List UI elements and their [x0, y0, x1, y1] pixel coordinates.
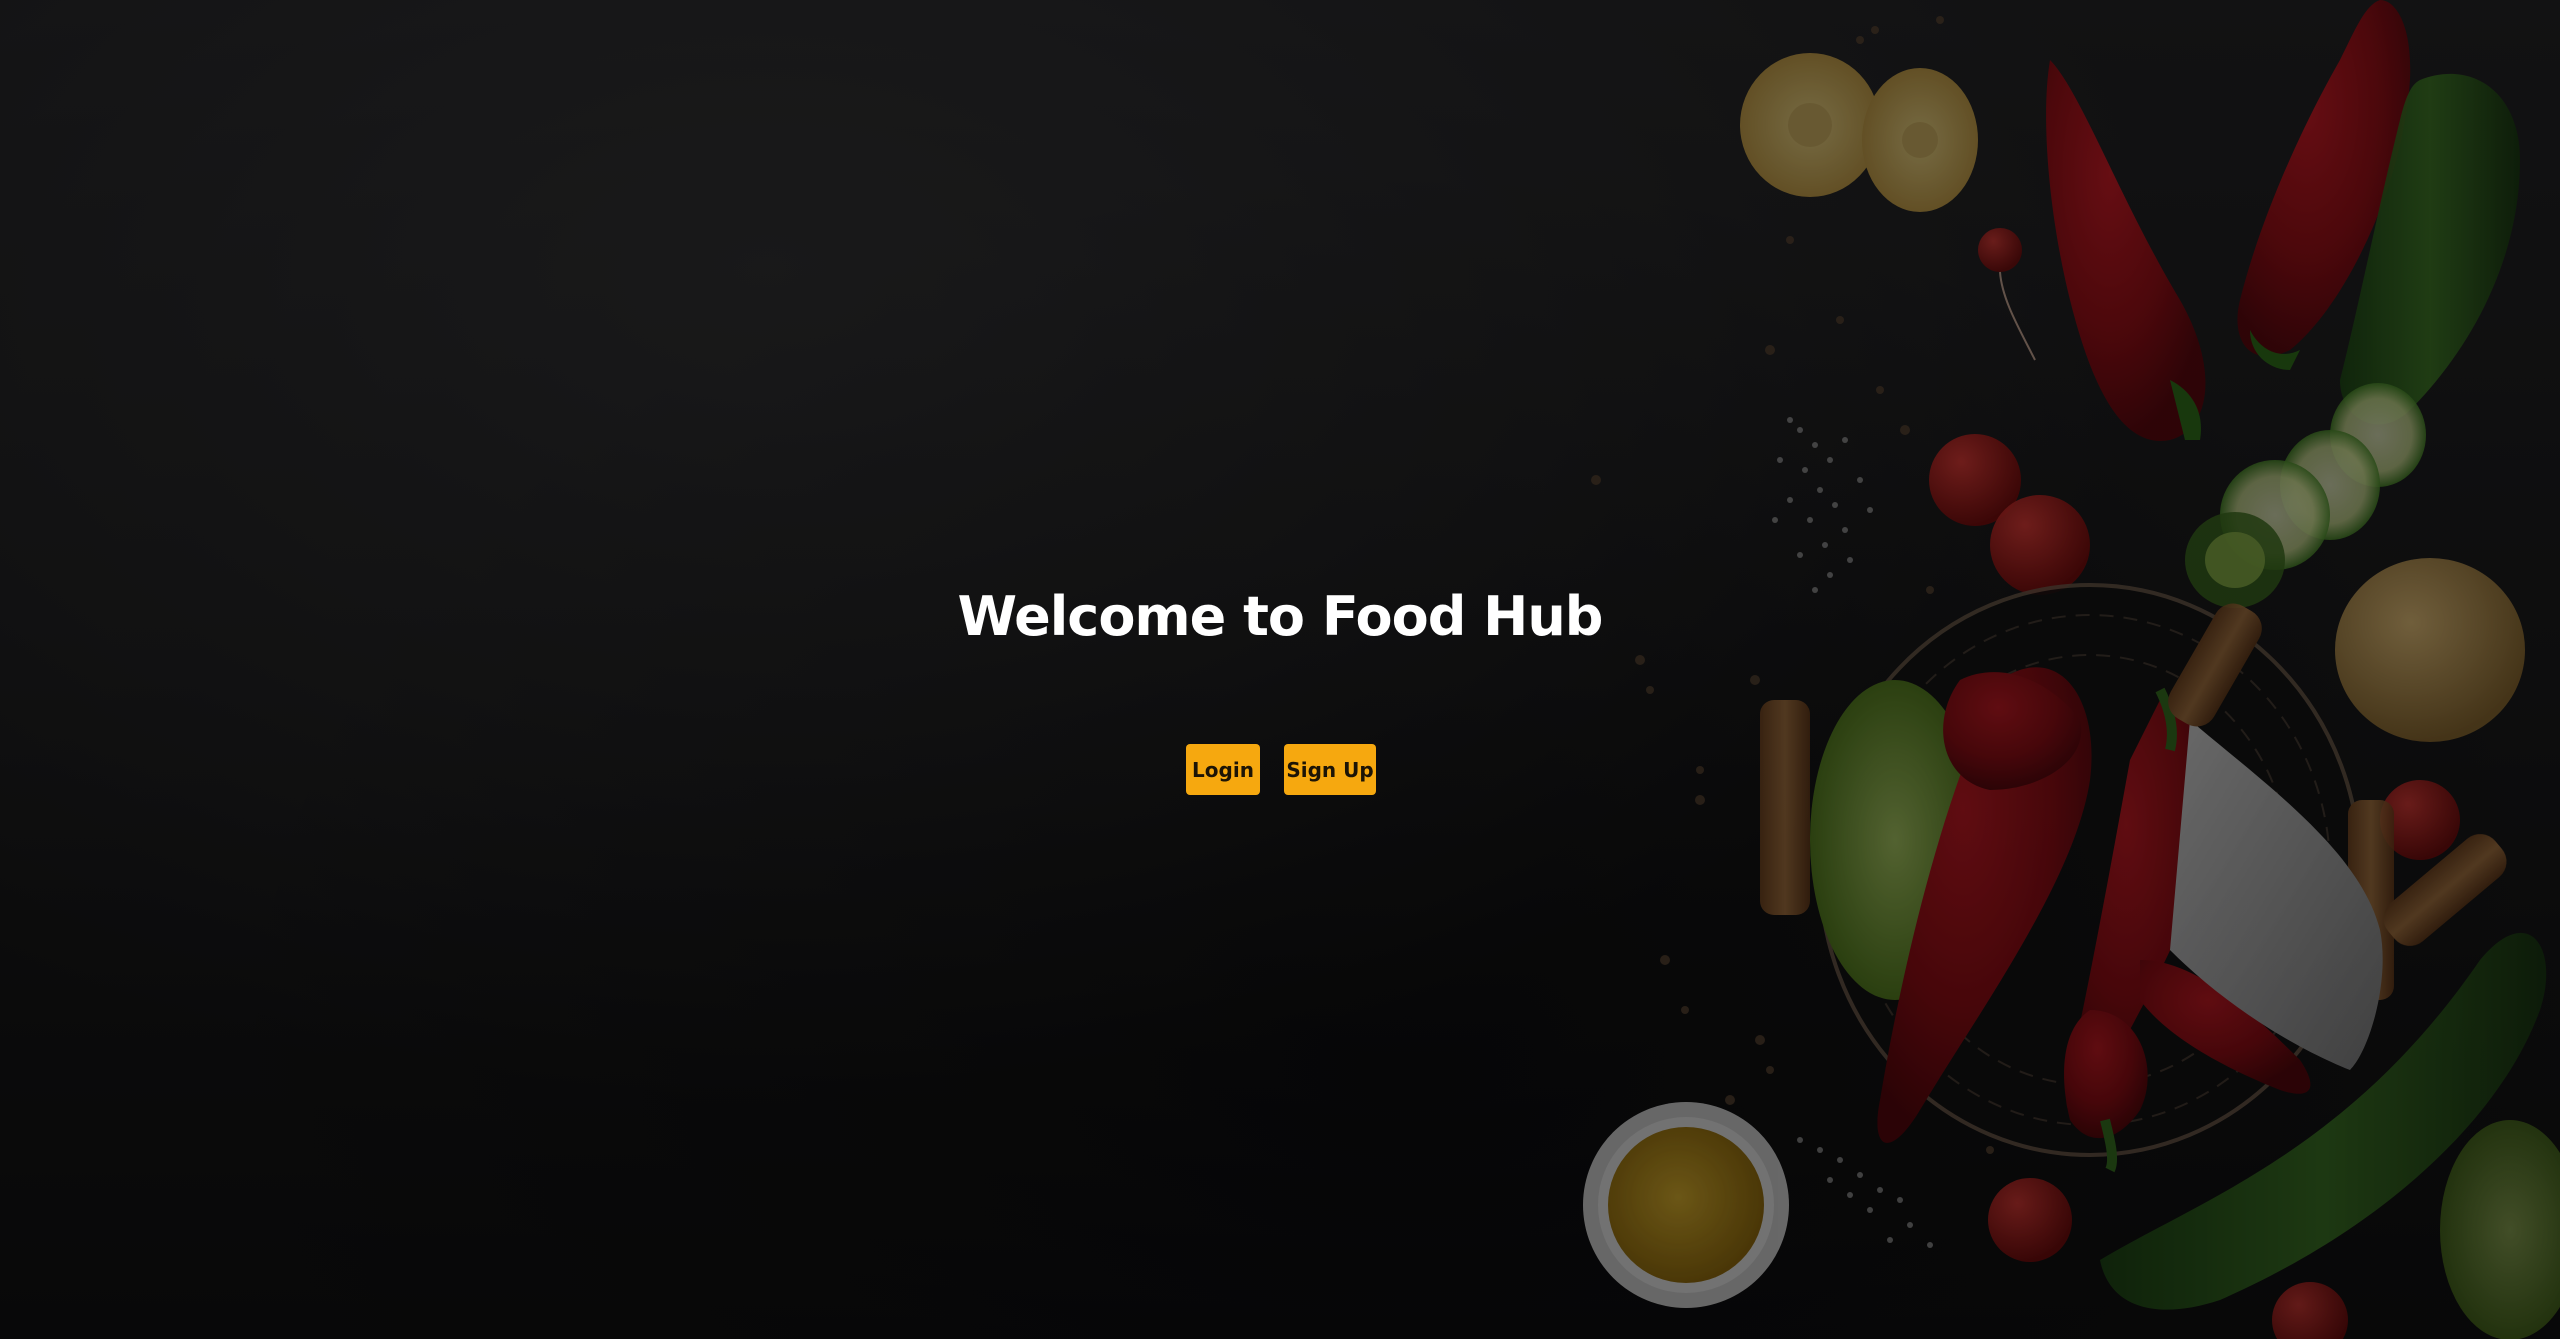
landing-page: Welcome to Food Hub Login Sign Up	[0, 0, 2560, 1339]
hero-section: Welcome to Food Hub Login Sign Up	[0, 0, 2560, 1339]
signup-button[interactable]: Sign Up	[1284, 744, 1376, 795]
auth-button-group: Login Sign Up	[1186, 744, 1376, 795]
login-button[interactable]: Login	[1186, 744, 1260, 795]
page-title: Welcome to Food Hub	[957, 585, 1604, 648]
